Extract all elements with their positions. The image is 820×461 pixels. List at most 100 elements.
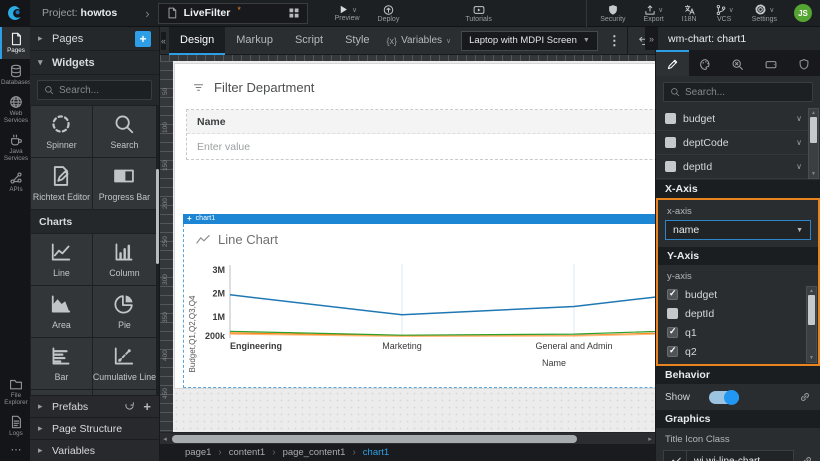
rail-item-web-services[interactable]: Web Services <box>0 90 30 128</box>
widget-tile-bar-chart[interactable]: Bar <box>31 338 92 389</box>
y-axis-checkbox[interactable] <box>667 289 678 300</box>
y-axis-option-deptid[interactable]: deptId <box>658 304 818 323</box>
field-row-deptid[interactable]: deptId ∨ <box>656 155 820 179</box>
widget-tile-column-chart[interactable]: Column <box>93 234 156 285</box>
tab-security[interactable] <box>787 50 820 76</box>
page-preview[interactable]: Filter Department Name + chart1 <box>174 63 655 389</box>
deploy-button[interactable]: Deploy <box>369 0 409 27</box>
vcs-button[interactable]: ∨ VCS <box>706 0 743 27</box>
y-axis-option-q1[interactable]: q1 <box>658 323 818 342</box>
rail-item-databases[interactable]: Databases <box>0 59 30 91</box>
scroll-up-arrow[interactable]: ▲ <box>811 109 816 117</box>
scroll-left-arrow[interactable]: ◂ <box>160 435 170 443</box>
field-checkbox[interactable] <box>665 137 676 148</box>
export-button[interactable]: ∨ Export <box>635 0 673 27</box>
widget-tile-search[interactable]: Search <box>93 106 156 157</box>
widget-tile-area-chart[interactable]: Area <box>31 286 92 337</box>
rail-item-java-services[interactable]: Java Services <box>0 128 30 166</box>
y-axis-option-q2[interactable]: q2 <box>658 342 818 361</box>
tab-devices[interactable] <box>754 50 787 76</box>
chart-widget[interactable]: + chart1 Line Chart 3M2M1M200kEngineerin… <box>183 214 655 388</box>
user-avatar[interactable]: JS <box>794 4 812 22</box>
rail-item-pages[interactable]: Pages <box>0 27 30 59</box>
collapse-right-panel-button[interactable]: » <box>645 27 658 50</box>
field-checkbox[interactable] <box>665 161 676 172</box>
tab-styles[interactable] <box>689 50 722 76</box>
breadcrumb-item-content1[interactable]: content1 <box>229 447 265 458</box>
chevron-down-icon[interactable]: ∨ <box>796 138 802 147</box>
refresh-icon[interactable] <box>124 401 135 412</box>
tab-search-replace[interactable] <box>722 50 755 76</box>
widget-tile-spinner[interactable]: Spinner <box>31 106 92 157</box>
widget-tile-pie-chart[interactable]: Pie <box>93 286 156 337</box>
tab-markup[interactable]: Markup <box>225 27 284 55</box>
page-tab-livefilter[interactable]: LiveFilter * <box>158 3 308 24</box>
y-axis-checkbox[interactable] <box>667 346 678 357</box>
breadcrumb-item-page1[interactable]: page1 <box>185 447 211 458</box>
tab-style[interactable]: Style <box>334 27 380 55</box>
y-axis-option-budget[interactable]: budget <box>658 285 818 304</box>
show-toggle[interactable] <box>709 391 739 404</box>
tutorials-button[interactable]: Tutorials <box>456 0 501 27</box>
field-row-location[interactable]: location ∨ <box>656 179 820 180</box>
scroll-down-arrow[interactable]: ▼ <box>809 354 814 362</box>
fields-scrollbar[interactable]: ▲ ▼ <box>808 108 819 179</box>
rail-item-logs[interactable]: Logs <box>0 410 30 442</box>
rail-item-more[interactable]: ⋯ <box>0 442 30 461</box>
scroll-right-arrow[interactable]: ▸ <box>645 435 655 443</box>
y-axis-scrollbar[interactable]: ▲ ▼ <box>806 286 817 363</box>
preview-button[interactable]: ∨ Preview <box>326 0 369 27</box>
variables-section-header[interactable]: ▸ Variables <box>30 439 159 461</box>
bind-property-icon[interactable] <box>801 455 813 461</box>
chevron-down-icon[interactable]: ∨ <box>796 114 802 123</box>
tab-properties[interactable] <box>656 50 689 76</box>
livefilter-header[interactable]: Filter Department <box>175 64 655 95</box>
scroll-up-arrow[interactable]: ▲ <box>809 287 814 295</box>
i18n-button[interactable]: I18N <box>673 0 706 27</box>
scroll-down-arrow[interactable]: ▼ <box>811 170 816 178</box>
widget-tile-richtext-editor[interactable]: Richtext Editor <box>31 158 92 209</box>
widget-tile-cumulative-line-chart[interactable]: Cumulative Line <box>93 338 156 389</box>
rail-item-file-explorer[interactable]: File Explorer <box>0 372 30 410</box>
security-button[interactable]: Security <box>591 0 634 27</box>
widgets-section-header[interactable]: ▾ Widgets <box>30 51 159 75</box>
left-panel-scrollbar-thumb[interactable] <box>156 169 159 264</box>
rail-item-apis[interactable]: APIs <box>0 166 30 198</box>
tab-script[interactable]: Script <box>284 27 334 55</box>
widget-tile-bubble-chart[interactable] <box>93 390 156 395</box>
y-axis-checkbox[interactable] <box>667 308 678 319</box>
breadcrumb-item-page-content1[interactable]: page_content1 <box>283 447 346 458</box>
variables-dropdown[interactable]: {x} Variables ∨ <box>381 35 458 46</box>
properties-search-input[interactable] <box>685 87 806 98</box>
horizontal-scrollbar-thumb[interactable] <box>172 435 577 443</box>
field-row-deptcode[interactable]: deptCode ∨ <box>656 131 820 155</box>
title-icon-class-input[interactable]: wi wi-line-chart <box>687 450 794 461</box>
y-axis-scrollbar-thumb[interactable] <box>808 295 815 325</box>
widget-tile-line-chart[interactable]: Line <box>31 234 92 285</box>
fields-scrollbar-thumb[interactable] <box>810 117 817 143</box>
y-axis-option-q3[interactable]: q3 <box>658 361 818 364</box>
chart-widget-selection-bar[interactable]: + chart1 <box>183 214 655 224</box>
livefilter-field-panel[interactable]: Name <box>186 109 655 160</box>
widget-search-input[interactable] <box>59 85 145 96</box>
page-structure-section-header[interactable]: ▸ Page Structure <box>30 417 159 439</box>
field-checkbox[interactable] <box>665 113 676 124</box>
bind-property-icon[interactable] <box>799 391 811 403</box>
field-row-budget[interactable]: budget ∨ <box>656 107 820 131</box>
settings-button[interactable]: ∨ Settings <box>743 0 786 27</box>
widget-tile-gauge-chart[interactable] <box>31 390 92 395</box>
prefabs-section-header[interactable]: ▸ Prefabs + <box>30 395 159 417</box>
widget-tile-progress-bar[interactable]: Progress Bar <box>93 158 156 209</box>
x-axis-select[interactable]: name ▼ <box>665 220 811 240</box>
chevron-down-icon[interactable]: ∨ <box>796 162 802 171</box>
canvas-viewport[interactable]: Filter Department Name + chart1 <box>173 61 655 432</box>
app-logo[interactable] <box>0 0 30 27</box>
device-selector[interactable]: Laptop with MDPI Screen ▼ <box>461 31 598 51</box>
breadcrumb-item-chart1[interactable]: chart1 <box>363 447 389 458</box>
tab-design[interactable]: Design <box>169 27 225 55</box>
pages-grid-icon[interactable] <box>288 7 300 19</box>
chart-widget-body[interactable]: Line Chart 3M2M1M200kEngineeringMarketin… <box>183 224 655 388</box>
add-page-button[interactable]: + <box>135 31 151 47</box>
move-icon[interactable]: + <box>187 215 192 223</box>
more-options-button[interactable]: ⋮ <box>602 33 627 49</box>
